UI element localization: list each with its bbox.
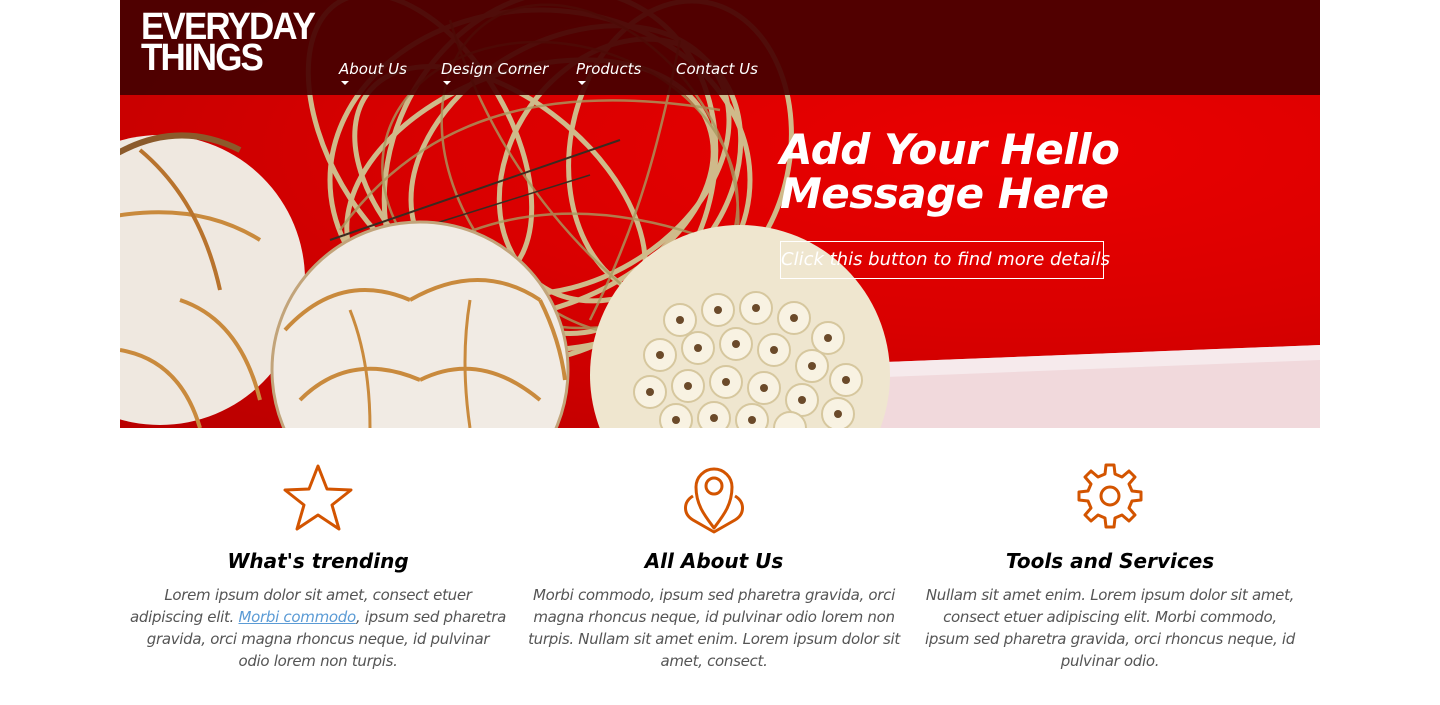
nav-item-label: Design Corner xyxy=(441,60,549,78)
caret-down-icon xyxy=(443,81,451,85)
brand-logo[interactable]: EVERYDAY THINGS xyxy=(141,8,316,77)
feature-tools-and-services: Tools and Services Nullam sit amet enim.… xyxy=(922,462,1298,672)
morbi-commodo-link[interactable]: Morbi commodo xyxy=(238,608,356,626)
find-more-details-button[interactable]: Click this button to find more details xyxy=(780,241,1110,279)
caret-down-icon xyxy=(578,81,586,85)
feature-whats-trending: What's trending Lorem ipsum dolor sit am… xyxy=(130,462,506,672)
feature-title: All About Us xyxy=(644,549,784,573)
caret-down-icon xyxy=(341,81,349,85)
nav-item-label: Products xyxy=(576,60,642,78)
feature-description: Nullam sit amet enim. Lorem ipsum dolor … xyxy=(925,586,1295,670)
nav-item-design-corner[interactable]: Design Corner xyxy=(441,58,549,85)
nav-item-about-us[interactable]: About Us xyxy=(339,58,407,85)
nav-item-label: About Us xyxy=(339,60,407,78)
feature-title: What's trending xyxy=(227,549,409,573)
top-navigation-bar: EVERYDAY THINGS About Us Design Corner P… xyxy=(120,0,1320,95)
nav-item-products[interactable]: Products xyxy=(576,58,642,85)
nav-item-contact-us[interactable]: Contact Us xyxy=(676,58,758,80)
feature-title: Tools and Services xyxy=(1005,549,1215,573)
page: EVERYDAY THINGS About Us Design Corner P… xyxy=(120,0,1320,705)
hero-title: Add Your Hello Message Here xyxy=(780,125,1120,218)
gear-icon xyxy=(1077,463,1143,529)
feature-description: Lorem ipsum dolor sit amet, consect etue… xyxy=(130,584,506,672)
star-icon xyxy=(283,464,353,531)
nav-item-label: Contact Us xyxy=(676,60,758,78)
feature-description: Morbi commodo, ipsum sed pharetra gravid… xyxy=(528,586,900,670)
location-pin-icon xyxy=(684,467,744,534)
feature-all-about-us: All About Us Morbi commodo, ipsum sed ph… xyxy=(526,462,902,672)
hero-banner: EVERYDAY THINGS About Us Design Corner P… xyxy=(120,0,1320,428)
